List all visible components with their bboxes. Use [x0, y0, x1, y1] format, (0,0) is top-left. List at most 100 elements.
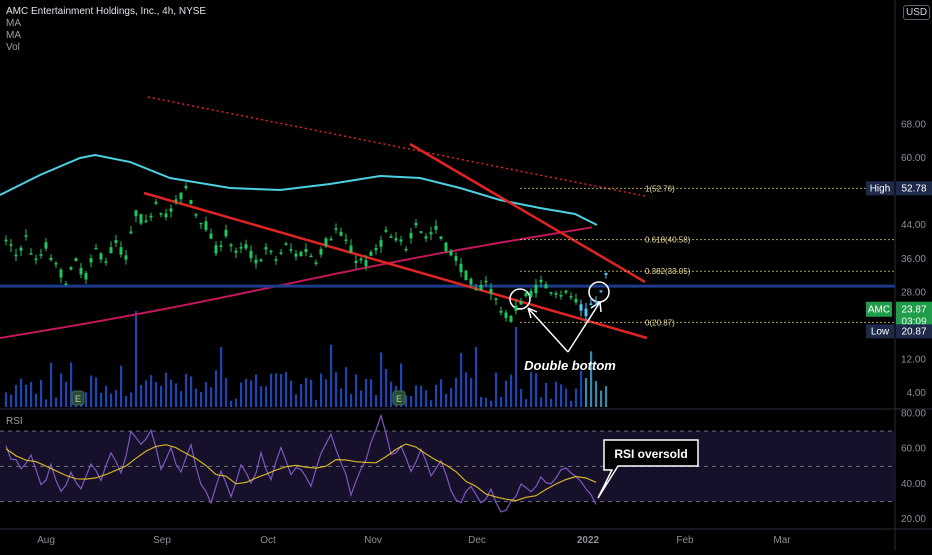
candle-body [114, 239, 118, 243]
volume-bar [15, 385, 18, 407]
volume-bar [230, 400, 233, 407]
x-tick-label: Mar [773, 535, 791, 546]
fib-level-label: 0(20.87) [645, 318, 675, 327]
currency-badge[interactable]: USD [903, 5, 931, 20]
candle-body [489, 288, 493, 294]
candle-body [264, 247, 268, 250]
symbol-title[interactable]: AMC Entertainment Holdings, Inc., 4h, NY… [6, 6, 206, 18]
candle-body [339, 231, 343, 236]
volume-bar [420, 385, 423, 407]
candle-body [274, 259, 278, 261]
volume-bar [205, 382, 208, 407]
volume-bar [440, 379, 443, 407]
volume-bar [130, 392, 133, 407]
volume-bar [495, 372, 498, 407]
volume-bar [345, 367, 348, 407]
volume-bar [515, 327, 518, 407]
candle-body [144, 220, 148, 223]
candle-body [504, 312, 508, 318]
high-tag-label: High [870, 183, 891, 194]
volume-bar [435, 384, 438, 407]
candle-body [534, 284, 538, 294]
candle-body [279, 252, 283, 254]
volume-bar [570, 400, 573, 407]
volume-bar [10, 394, 13, 407]
candle-body [454, 256, 458, 261]
volume-bar [275, 373, 278, 407]
candle-body [159, 213, 163, 215]
volume-bar [425, 390, 428, 407]
volume-bar [535, 373, 538, 407]
candle-body [554, 293, 558, 295]
rsi-title[interactable]: RSI [6, 416, 23, 428]
volume-bar [150, 375, 153, 407]
candle-body [84, 272, 88, 280]
indicator-volume[interactable]: Vol [6, 42, 20, 54]
volume-bar [165, 372, 168, 407]
volume-bar [100, 392, 103, 407]
x-tick-label: Nov [364, 535, 382, 546]
candle-body [164, 213, 168, 218]
candle-body [19, 247, 23, 251]
volume-bar [370, 379, 373, 407]
volume-bar [595, 381, 598, 407]
x-tick-label: Oct [260, 535, 276, 546]
volume-bar [410, 396, 413, 407]
volume-bar [480, 396, 483, 407]
x-tick-label: Aug [37, 535, 55, 546]
candle-body [64, 283, 68, 286]
candle-body [349, 245, 353, 253]
candle-body [434, 225, 438, 230]
chart-canvas[interactable]: EE 68.0060.0052.0044.0036.0028.0020.0012… [0, 0, 932, 550]
candle-body [209, 233, 213, 239]
candle-body [79, 267, 83, 275]
ticker-tag-label: AMC [868, 305, 890, 316]
candle-body [394, 238, 398, 241]
fib-level-label: 0.382(33.05) [645, 267, 691, 276]
volume-bar [335, 372, 338, 407]
volume-bar [175, 383, 178, 407]
double-bottom-label: Double bottom [524, 358, 616, 373]
volume-bar [110, 393, 113, 407]
volume-bar [280, 373, 283, 407]
candle-body [119, 247, 123, 255]
volume-bar [545, 382, 548, 407]
candle-body [294, 253, 298, 257]
volume-bar [310, 379, 313, 407]
candle-body [374, 247, 378, 251]
indicator-ma-1[interactable]: MA [6, 18, 21, 30]
volume-bar [530, 372, 533, 407]
volume-bar [605, 386, 608, 407]
volume-bar [525, 399, 528, 407]
fib-level-label: 0.618(40.58) [645, 236, 691, 245]
candle-body [329, 238, 333, 241]
volume-bar [20, 378, 23, 407]
y-tick-label: 28.00 [901, 287, 926, 298]
candle-body [579, 304, 583, 311]
volume-bar [235, 398, 238, 407]
volume-bar [290, 380, 293, 407]
candle-body [444, 242, 448, 252]
volume-bar [550, 398, 553, 407]
candle-body [289, 249, 293, 251]
volume-bar [365, 378, 368, 407]
candle-body [584, 308, 588, 317]
candle-body [359, 258, 363, 261]
volume-bar [195, 388, 198, 407]
candle-body [604, 272, 608, 275]
rsi-y-tick-label: 60.00 [901, 444, 926, 455]
indicator-ma-2[interactable]: MA [6, 30, 21, 42]
candle-body [384, 229, 388, 232]
volume-bar [180, 391, 183, 407]
volume-bar [510, 374, 513, 407]
volume-bar [245, 378, 248, 407]
candle-body [324, 238, 328, 247]
x-tick-label: Dec [468, 535, 486, 546]
candle-body [559, 295, 563, 297]
volume-bar [455, 377, 458, 407]
volume-bar [50, 362, 53, 407]
candle-body [124, 255, 128, 260]
volume-bar [250, 380, 253, 407]
candle-body [389, 236, 393, 238]
candle-body [569, 296, 573, 298]
